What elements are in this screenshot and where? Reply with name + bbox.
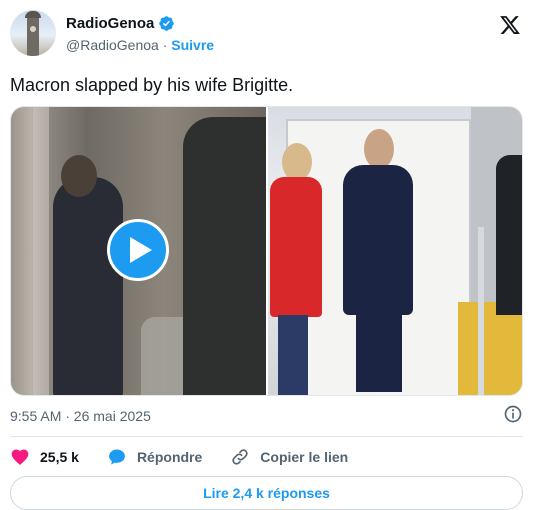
stair-railing-yellow <box>458 302 522 395</box>
tweet-timestamp[interactable]: 9:55 AM · 26 mai 2025 <box>10 408 151 424</box>
video-frame-right <box>268 107 522 395</box>
video-media[interactable] <box>10 106 523 396</box>
woman-head <box>282 143 312 181</box>
figure-foreground <box>183 117 266 395</box>
avatar[interactable] <box>10 10 56 56</box>
man-navy-suit <box>343 165 413 315</box>
man-in-doorway <box>53 155 123 395</box>
like-action[interactable]: 25,5 k <box>10 447 79 467</box>
reply-bubble-icon <box>109 449 125 465</box>
guard-figure <box>496 155 522 315</box>
copy-link-action[interactable]: Copier le lien <box>230 447 348 467</box>
link-icon <box>232 449 248 465</box>
reply-action[interactable]: Répondre <box>107 447 202 467</box>
verified-badge-icon <box>159 16 175 31</box>
follow-button[interactable]: Suivre <box>171 37 214 53</box>
name-row: RadioGenoa <box>66 15 175 32</box>
copy-link-label: Copier le lien <box>260 449 349 465</box>
man-legs <box>356 312 402 392</box>
stair-rail <box>478 227 484 395</box>
woman-red-jacket <box>270 177 322 317</box>
reply-label: Répondre <box>136 449 203 465</box>
heart-icon <box>11 449 29 465</box>
separator-dot: · <box>162 37 168 53</box>
info-icon[interactable] <box>503 404 523 424</box>
tweet-text: Macron slapped by his wife Brigitte. <box>10 75 294 95</box>
woman-legs <box>278 315 308 395</box>
tweet-header: RadioGenoa @RadioGenoa · Suivre <box>10 10 523 60</box>
handle-row: @RadioGenoa · Suivre <box>66 37 214 53</box>
video-frame-left <box>11 107 266 395</box>
action-bar: 25,5 k Répondre Copier le lien <box>10 446 376 468</box>
play-button[interactable] <box>107 219 169 281</box>
author-handle[interactable]: @RadioGenoa <box>66 37 159 53</box>
avatar-tower-image <box>25 11 41 56</box>
divider <box>10 436 523 437</box>
man-head <box>364 129 394 169</box>
like-count: 25,5 k <box>40 449 79 465</box>
author-display-name[interactable]: RadioGenoa <box>66 15 154 32</box>
read-replies-button[interactable]: Lire 2,4 k réponses <box>10 476 523 510</box>
door-frame <box>33 107 49 395</box>
x-logo-icon[interactable] <box>499 14 521 36</box>
